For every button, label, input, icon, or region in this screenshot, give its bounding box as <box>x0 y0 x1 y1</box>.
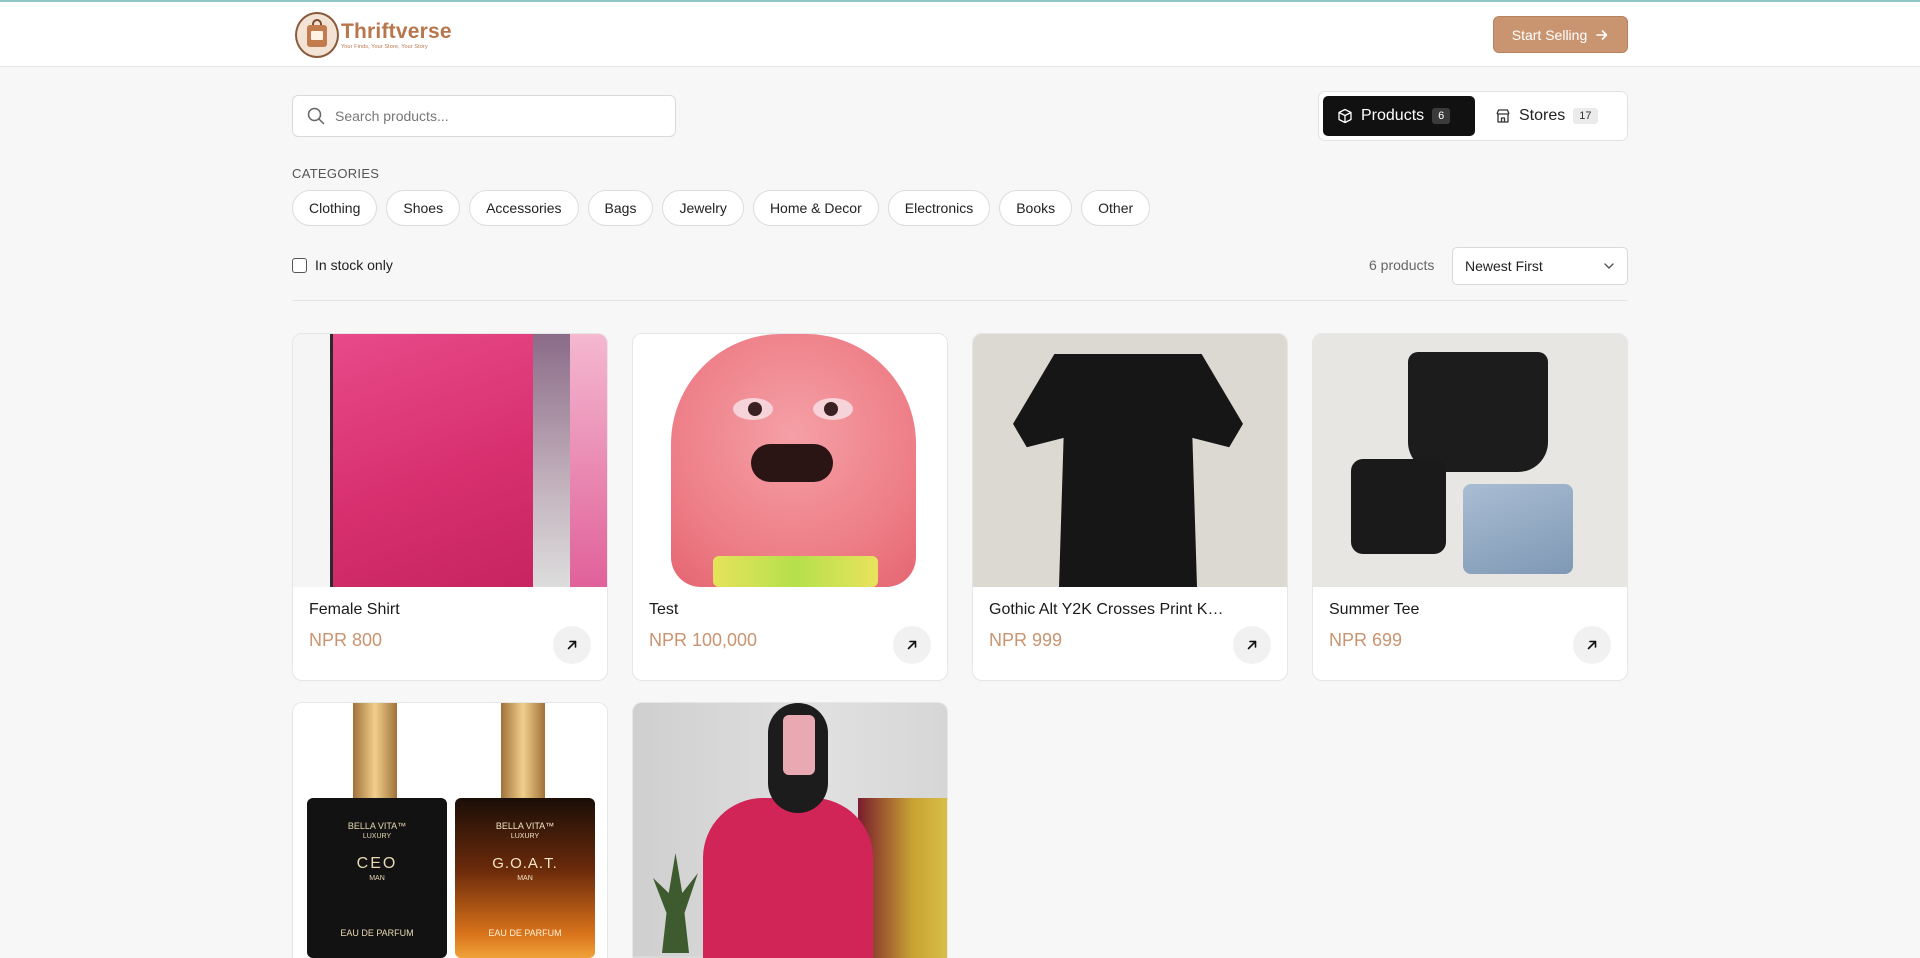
search-input[interactable] <box>335 108 655 124</box>
product-title[interactable]: Female Shirt <box>309 601 549 619</box>
product-image[interactable] <box>633 334 947 587</box>
search-box[interactable] <box>292 95 676 137</box>
arrow-right-icon <box>1596 29 1608 40</box>
package-icon <box>1338 108 1352 124</box>
category-chip-bags[interactable]: Bags <box>587 190 654 226</box>
open-product-button[interactable] <box>553 626 591 664</box>
categories-heading: CATEGORIES <box>292 166 380 181</box>
sort-select[interactable]: Newest First <box>1452 247 1628 285</box>
perfume-sub-right: MAN <box>517 875 533 882</box>
perfume-brand-right: BELLA VITA™ <box>495 821 555 831</box>
product-price: NPR 999 <box>989 630 1063 650</box>
product-title[interactable]: Test <box>649 601 889 619</box>
in-stock-label: In stock only <box>315 257 393 273</box>
chevron-down-icon <box>1604 263 1614 269</box>
products-count-badge: 6 <box>1432 108 1451 124</box>
perfume-sub-left: MAN <box>369 875 385 882</box>
tab-products-label: Products <box>1361 107 1425 124</box>
arrow-up-right-icon <box>1247 640 1257 650</box>
category-chip-books[interactable]: Books <box>999 190 1073 226</box>
product-card[interactable]: Summer Tee NPR 699 <box>1312 333 1628 681</box>
category-chip-shoes[interactable]: Shoes <box>386 190 461 226</box>
tab-products[interactable]: Products 6 <box>1323 96 1475 136</box>
perfume-brand-left: BELLA VITA™ <box>347 821 407 831</box>
perfume-name-right: G.O.A.T. <box>492 855 558 872</box>
category-chip-clothing[interactable]: Clothing <box>292 190 378 226</box>
site-header: Thriftverse Your Finds, Your Store, Your… <box>0 2 1920 67</box>
brand-tagline: Your Finds, Your Store, Your Story <box>341 43 428 50</box>
search-icon <box>307 107 325 125</box>
brand-logo[interactable]: Thriftverse Your Finds, Your Store, Your… <box>295 10 452 60</box>
category-chip-other[interactable]: Other <box>1081 190 1151 226</box>
product-image[interactable] <box>1313 334 1627 587</box>
start-selling-label: Start Selling <box>1511 26 1588 43</box>
arrow-up-right-icon <box>567 640 577 650</box>
perfume-line-left: LUXURY <box>362 833 392 840</box>
product-price: NPR 699 <box>1329 630 1403 650</box>
product-image[interactable] <box>973 334 1287 587</box>
category-chip-accessories[interactable]: Accessories <box>469 190 579 226</box>
view-toggle: Products 6 Stores 17 <box>1318 91 1628 141</box>
product-price: NPR 800 <box>309 630 383 650</box>
product-card[interactable]: Gothic Alt Y2K Crosses Print Knitted ...… <box>972 333 1288 681</box>
tab-stores-label: Stores <box>1519 107 1566 124</box>
open-product-button[interactable] <box>1233 626 1271 664</box>
product-title[interactable]: Gothic Alt Y2K Crosses Print Knitted ... <box>989 601 1229 619</box>
start-selling-button[interactable]: Start Selling <box>1493 16 1628 53</box>
perfume-line-right: LUXURY <box>510 833 540 840</box>
in-stock-filter[interactable]: In stock only <box>292 257 393 273</box>
perfume-name-left: CEO <box>356 855 398 872</box>
perfume-type-right: EAU DE PARFUM <box>488 928 562 938</box>
product-image[interactable] <box>633 703 947 958</box>
category-chip-jewelry[interactable]: Jewelry <box>662 190 744 226</box>
store-icon <box>1496 109 1510 123</box>
logo-icon <box>295 12 339 58</box>
arrow-up-right-icon <box>907 640 917 650</box>
product-card[interactable]: Test NPR 100,000 <box>632 333 948 681</box>
open-product-button[interactable] <box>893 626 931 664</box>
stores-count-badge: 17 <box>1573 108 1598 124</box>
perfume-type-left: EAU DE PARFUM <box>340 928 414 938</box>
product-card[interactable]: BELLA VITA™ LUXURY CEO MAN EAU DE PARFUM… <box>292 702 608 958</box>
open-product-button[interactable] <box>1573 626 1611 664</box>
category-chip-electronics[interactable]: Electronics <box>887 190 991 226</box>
product-card[interactable]: Female Shirt NPR 800 <box>292 333 608 681</box>
in-stock-checkbox[interactable] <box>292 257 307 273</box>
product-count: 6 products <box>1369 257 1435 273</box>
sort-selected-value: Newest First <box>1465 258 1543 274</box>
product-card[interactable] <box>632 702 948 958</box>
product-title[interactable]: Summer Tee <box>1329 601 1569 619</box>
arrow-up-right-icon <box>1587 640 1597 650</box>
category-chip-home-decor[interactable]: Home & Decor <box>752 190 879 226</box>
product-image[interactable]: BELLA VITA™ LUXURY CEO MAN EAU DE PARFUM… <box>293 703 607 958</box>
tab-stores[interactable]: Stores 17 <box>1481 96 1612 136</box>
brand-name: Thriftverse <box>341 19 452 43</box>
category-chips: Clothing Shoes Accessories Bags Jewelry … <box>292 190 1151 226</box>
product-image[interactable] <box>293 334 607 587</box>
product-price: NPR 100,000 <box>649 630 758 650</box>
divider <box>292 300 1628 301</box>
